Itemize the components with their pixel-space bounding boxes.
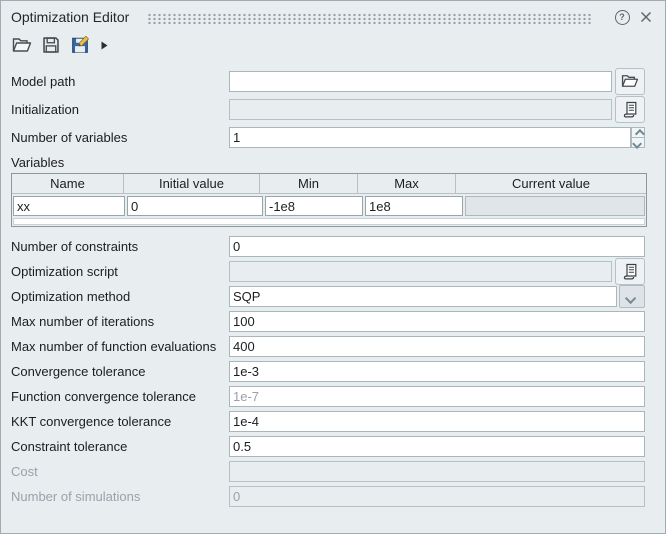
max-iterations-input[interactable]: [229, 311, 645, 332]
save-button[interactable]: [40, 34, 62, 56]
max-function-evaluations-label: Max number of function evaluations: [11, 339, 229, 354]
column-header-initial-value: Initial value: [124, 174, 260, 194]
convergence-tolerance-input[interactable]: [229, 361, 645, 382]
spinner-down-button[interactable]: [631, 138, 645, 148]
column-header-min: Min: [260, 174, 358, 194]
variable-current-value-cell: [465, 196, 645, 216]
number-of-variables-input[interactable]: [229, 127, 631, 148]
field-row-max-function-evaluations: Max number of function evaluations: [1, 334, 665, 359]
field-row-number-of-simulations: Number of simulations: [1, 484, 665, 509]
field-row-initialization: Initialization: [1, 95, 665, 123]
kkt-convergence-tolerance-label: KKT convergence tolerance: [11, 414, 229, 429]
model-path-input[interactable]: [229, 71, 612, 92]
initialization-label: Initialization: [11, 102, 229, 117]
number-of-constraints-input[interactable]: [229, 236, 645, 257]
optimization-script-input: [229, 261, 612, 282]
optimization-method-input[interactable]: [229, 286, 617, 307]
edit-optimization-script-button[interactable]: [615, 258, 645, 285]
toolbar: [1, 32, 665, 58]
max-function-evaluations-input[interactable]: [229, 336, 645, 357]
column-header-max: Max: [358, 174, 456, 194]
variables-table: Name Initial value Min Max Current value: [11, 173, 647, 227]
optimization-script-label: Optimization script: [11, 264, 229, 279]
spinner-up-button[interactable]: [631, 127, 645, 138]
convergence-tolerance-label: Convergence tolerance: [11, 364, 229, 379]
field-row-cost: Cost: [1, 459, 665, 484]
field-row-number-of-variables: Number of variables: [1, 123, 665, 151]
kkt-convergence-tolerance-input[interactable]: [229, 411, 645, 432]
edit-initialization-script-button[interactable]: [615, 96, 645, 123]
folder-open-icon: [621, 74, 639, 88]
close-button[interactable]: [637, 8, 655, 26]
optimization-method-dropdown-button[interactable]: [619, 285, 645, 308]
field-row-optimization-method: Optimization method: [1, 284, 665, 309]
form: Model path Initialization Number: [1, 67, 665, 509]
field-row-function-convergence-tolerance: Function convergence tolerance: [1, 384, 665, 409]
model-path-label: Model path: [11, 74, 229, 89]
more-arrow-icon: [101, 41, 108, 50]
save-as-icon: [71, 36, 89, 54]
panel-header: Optimization Editor ?: [1, 1, 665, 31]
toolbar-more-button[interactable]: [101, 41, 108, 50]
number-of-simulations-input: [229, 486, 645, 507]
chevron-down-icon: [632, 138, 642, 148]
variable-max-cell[interactable]: [365, 196, 463, 216]
browse-model-path-button[interactable]: [615, 68, 645, 95]
open-button[interactable]: [11, 34, 33, 56]
field-row-optimization-script: Optimization script: [1, 259, 665, 284]
drag-handle-dots-icon[interactable]: [147, 13, 593, 24]
function-convergence-tolerance-label: Function convergence tolerance: [11, 389, 229, 404]
optimization-editor-panel: Optimization Editor ?: [0, 0, 666, 534]
script-scroll-icon: [623, 101, 638, 118]
help-button[interactable]: ?: [613, 8, 631, 26]
help-icon: ?: [615, 10, 630, 25]
constraint-tolerance-input[interactable]: [229, 436, 645, 457]
field-row-model-path: Model path: [1, 67, 665, 95]
field-row-kkt-convergence-tolerance: KKT convergence tolerance: [1, 409, 665, 434]
cost-label: Cost: [11, 464, 229, 479]
variables-section-label: Variables: [1, 151, 665, 170]
optimization-method-label: Optimization method: [11, 289, 229, 304]
initialization-input: [229, 99, 612, 120]
field-row-convergence-tolerance: Convergence tolerance: [1, 359, 665, 384]
field-row-max-iterations: Max number of iterations: [1, 309, 665, 334]
folder-open-icon: [12, 37, 32, 53]
variable-initial-value-cell[interactable]: [127, 196, 263, 216]
save-icon: [42, 36, 60, 54]
table-empty-strip: [13, 218, 645, 225]
column-header-name: Name: [12, 174, 124, 194]
chevron-down-icon: [625, 292, 636, 303]
function-convergence-tolerance-input[interactable]: [229, 386, 645, 407]
variables-table-header: Name Initial value Min Max Current value: [12, 174, 646, 194]
variable-min-cell[interactable]: [265, 196, 363, 216]
variable-name-cell[interactable]: [13, 196, 125, 216]
number-of-constraints-label: Number of constraints: [11, 239, 229, 254]
number-of-variables-spinner: [631, 127, 645, 148]
field-row-constraint-tolerance: Constraint tolerance: [1, 434, 665, 459]
close-icon: [640, 11, 652, 23]
column-header-current-value: Current value: [456, 174, 646, 194]
max-iterations-label: Max number of iterations: [11, 314, 229, 329]
cost-input: [229, 461, 645, 482]
constraint-tolerance-label: Constraint tolerance: [11, 439, 229, 454]
panel-title: Optimization Editor: [11, 9, 129, 25]
save-as-button[interactable]: [69, 34, 91, 56]
number-of-simulations-label: Number of simulations: [11, 489, 229, 504]
script-scroll-icon: [623, 263, 638, 280]
table-row: [12, 194, 646, 216]
number-of-variables-label: Number of variables: [11, 130, 229, 145]
field-row-number-of-constraints: Number of constraints: [1, 234, 665, 259]
